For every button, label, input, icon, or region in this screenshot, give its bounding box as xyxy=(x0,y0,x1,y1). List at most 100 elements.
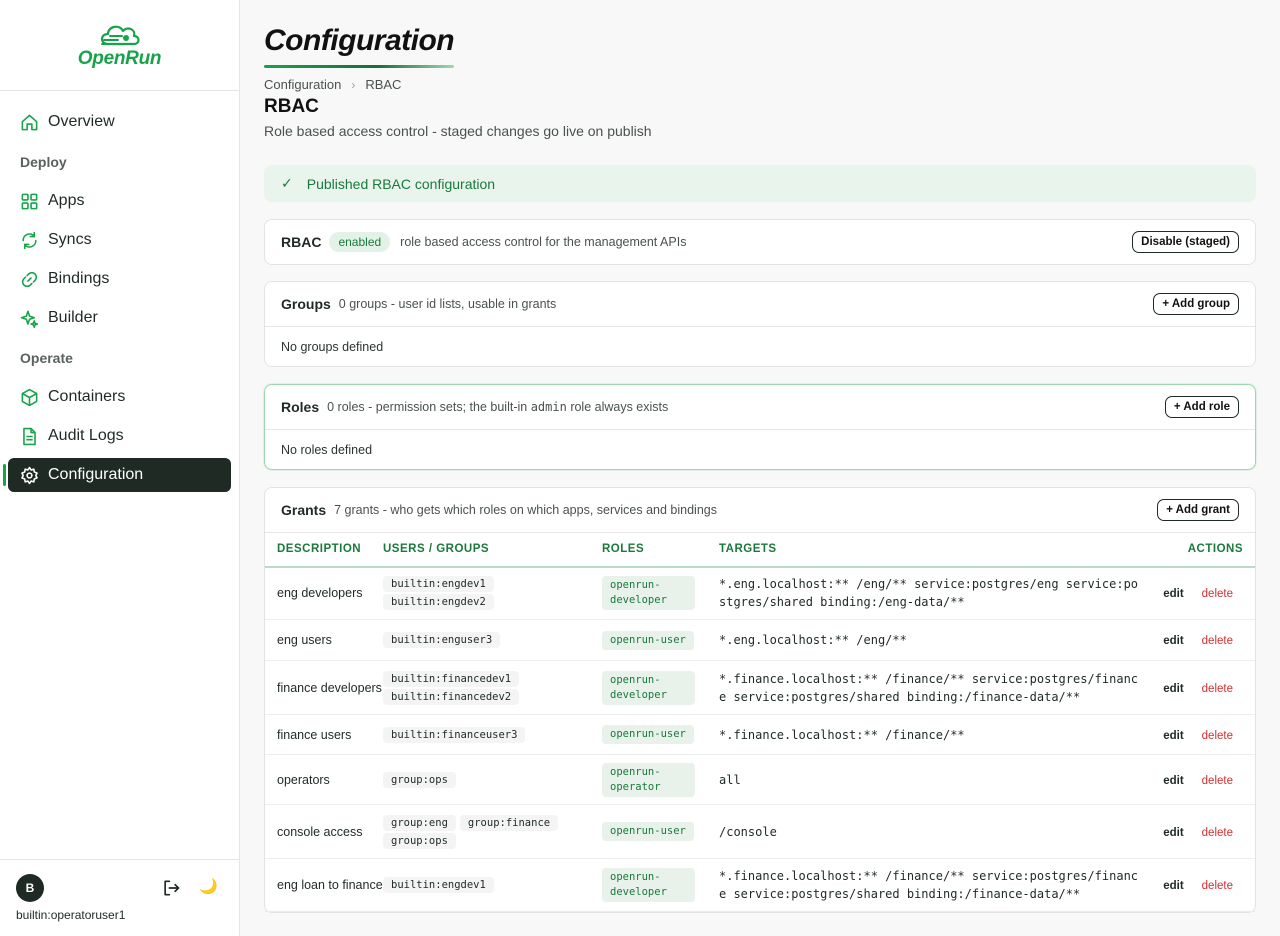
grant-actions: edit delete xyxy=(1149,619,1255,661)
edit-grant-button[interactable]: edit xyxy=(1163,775,1183,787)
rbac-card-title: RBAC xyxy=(281,234,322,250)
role-chip: openrun-user xyxy=(602,630,694,650)
delete-grant-button[interactable]: delete xyxy=(1202,683,1233,695)
edit-grant-button[interactable]: edit xyxy=(1163,730,1183,742)
user-chip: builtin:enguser3 xyxy=(383,632,501,648)
grant-roles: openrun-user xyxy=(602,619,719,661)
nav-item-syncs[interactable]: Syncs xyxy=(8,223,231,257)
edit-grant-button[interactable]: edit xyxy=(1163,880,1183,892)
gear-icon xyxy=(21,466,38,484)
check-icon: ✓ xyxy=(281,175,293,191)
edit-grant-button[interactable]: edit xyxy=(1163,683,1183,695)
grant-users: builtin:engdev1 xyxy=(383,858,602,912)
refresh-icon xyxy=(22,231,37,249)
rbac-card: RBAC enabled role based access control f… xyxy=(264,219,1256,265)
grant-users: group:eng group:financegroup:ops xyxy=(383,804,602,859)
disable-rbac-button[interactable]: Disable (staged) xyxy=(1132,231,1239,253)
user-chip: builtin:engdev1 xyxy=(383,576,494,593)
edit-grant-button[interactable]: edit xyxy=(1163,588,1183,600)
grants-table-body: eng developers builtin:engdev1builtin:eng… xyxy=(265,566,1255,912)
role-chip: openrun-developer xyxy=(602,868,695,902)
edit-grant-button[interactable]: edit xyxy=(1163,827,1183,839)
grant-roles: openrun-user xyxy=(602,714,719,755)
add-grant-button[interactable]: + Add grant xyxy=(1157,499,1239,521)
nav-section-deploy: Deploy xyxy=(20,154,67,170)
grant-description: eng users xyxy=(265,619,383,661)
rbac-card-desc: role based access control for the manage… xyxy=(400,235,687,249)
nav-item-audit-logs[interactable]: Audit Logs xyxy=(8,419,231,453)
user-area: B 🌙 builtin:operatoruser1 xyxy=(0,859,239,936)
moon-icon[interactable]: 🌙 xyxy=(199,877,218,895)
logout-icon[interactable] xyxy=(161,878,181,898)
nav-item-bindings[interactable]: Bindings xyxy=(8,262,231,296)
col-targets: TARGETS xyxy=(719,532,1149,568)
banner-text: Published RBAC configuration xyxy=(306,175,496,192)
grant-actions: edit delete xyxy=(1149,858,1255,912)
edit-grant-button[interactable]: edit xyxy=(1163,635,1183,647)
chevron-right-icon: › xyxy=(351,77,356,92)
table-row: eng loan to finance builtin:engdev1 openru… xyxy=(265,858,1255,912)
user-chip: group:finance xyxy=(459,814,559,831)
nav-item-configuration[interactable]: Configuration xyxy=(3,458,231,492)
roles-desc-suffix: role always exists xyxy=(570,400,669,414)
page-title: Configuration xyxy=(264,24,455,57)
add-group-button[interactable]: + Add group xyxy=(1153,293,1239,315)
nav-label-builder: Builder xyxy=(48,309,98,326)
delete-grant-button[interactable]: delete xyxy=(1202,880,1233,892)
role-chip: openrun-developer xyxy=(602,576,695,611)
brand-logo[interactable]: OpenRun xyxy=(0,0,239,91)
grant-description: finance users xyxy=(265,714,383,755)
delete-grant-button[interactable]: delete xyxy=(1202,775,1233,787)
avatar[interactable]: B xyxy=(16,874,44,902)
grant-actions: edit delete xyxy=(1149,714,1255,755)
roles-card-title: Roles xyxy=(281,399,320,415)
grant-targets: /console xyxy=(719,804,1149,859)
add-role-button[interactable]: + Add role xyxy=(1164,396,1239,418)
grants-card: Grants 7 grants - who gets which roles o… xyxy=(264,487,1256,913)
delete-grant-button[interactable]: delete xyxy=(1202,635,1233,647)
grant-users: builtin:financeuser3 xyxy=(383,714,602,755)
nav-item-apps[interactable]: Apps xyxy=(8,184,231,218)
grant-description: eng developers xyxy=(265,566,383,620)
user-chip: group:ops xyxy=(383,771,456,788)
brand-name: OpenRun xyxy=(77,48,162,69)
nav-label-syncs: Syncs xyxy=(48,231,92,248)
delete-grant-button[interactable]: delete xyxy=(1202,730,1233,742)
groups-card-desc: 0 groups - user id lists, usable in gran… xyxy=(338,297,557,311)
nav-item-containers[interactable]: Containers xyxy=(8,380,231,414)
col-users-groups: USERS / GROUPS xyxy=(383,532,602,568)
breadcrumb-configuration[interactable]: Configuration xyxy=(264,77,341,92)
user-chip: builtin:financeuser3 xyxy=(383,726,526,743)
table-row: console access group:eng group:financegrou… xyxy=(265,804,1255,859)
groups-card-title: Groups xyxy=(281,296,331,312)
col-actions: ACTIONS xyxy=(1149,532,1255,568)
home-icon xyxy=(21,114,38,130)
delete-grant-button[interactable]: delete xyxy=(1202,588,1233,600)
groups-empty-state: No groups defined xyxy=(265,326,1255,366)
grant-description: finance developers xyxy=(265,660,383,715)
user-chip: builtin:financedev2 xyxy=(383,688,520,705)
roles-card: Roles 0 roles - permission sets; the bui… xyxy=(264,384,1256,470)
table-row: eng users builtin:enguser3 openrun-user *.e… xyxy=(265,619,1255,661)
grant-targets: *.finance.localhost:** /finance/** xyxy=(719,714,1149,755)
nav-item-overview[interactable]: Overview xyxy=(8,105,231,139)
grant-targets: all xyxy=(719,754,1149,805)
success-banner: ✓ Published RBAC configuration xyxy=(264,165,1256,202)
breadcrumb: Configuration › RBAC xyxy=(264,77,401,92)
sparkles-icon xyxy=(20,310,39,328)
grant-actions: edit delete xyxy=(1149,566,1255,620)
table-row: finance users builtin:financeuser3 openrun… xyxy=(265,714,1255,755)
delete-grant-button[interactable]: delete xyxy=(1202,827,1233,839)
nav-item-builder[interactable]: Builder xyxy=(8,301,231,335)
grant-description: eng loan to finance xyxy=(265,858,383,912)
cloud-logo-icon xyxy=(100,25,140,46)
grants-table: DESCRIPTION USERS / GROUPS ROLES TARGETS… xyxy=(265,532,1255,912)
link-icon xyxy=(21,271,38,287)
document-icon xyxy=(23,427,36,445)
title-underline xyxy=(264,65,454,68)
grant-roles: openrun-developer xyxy=(602,858,719,912)
col-roles: ROLES xyxy=(602,532,719,568)
table-row: finance developers builtin:financedev1bui… xyxy=(265,660,1255,715)
grant-description: console access xyxy=(265,804,383,859)
grant-targets: *.finance.localhost:** /finance/** servi… xyxy=(719,660,1149,715)
